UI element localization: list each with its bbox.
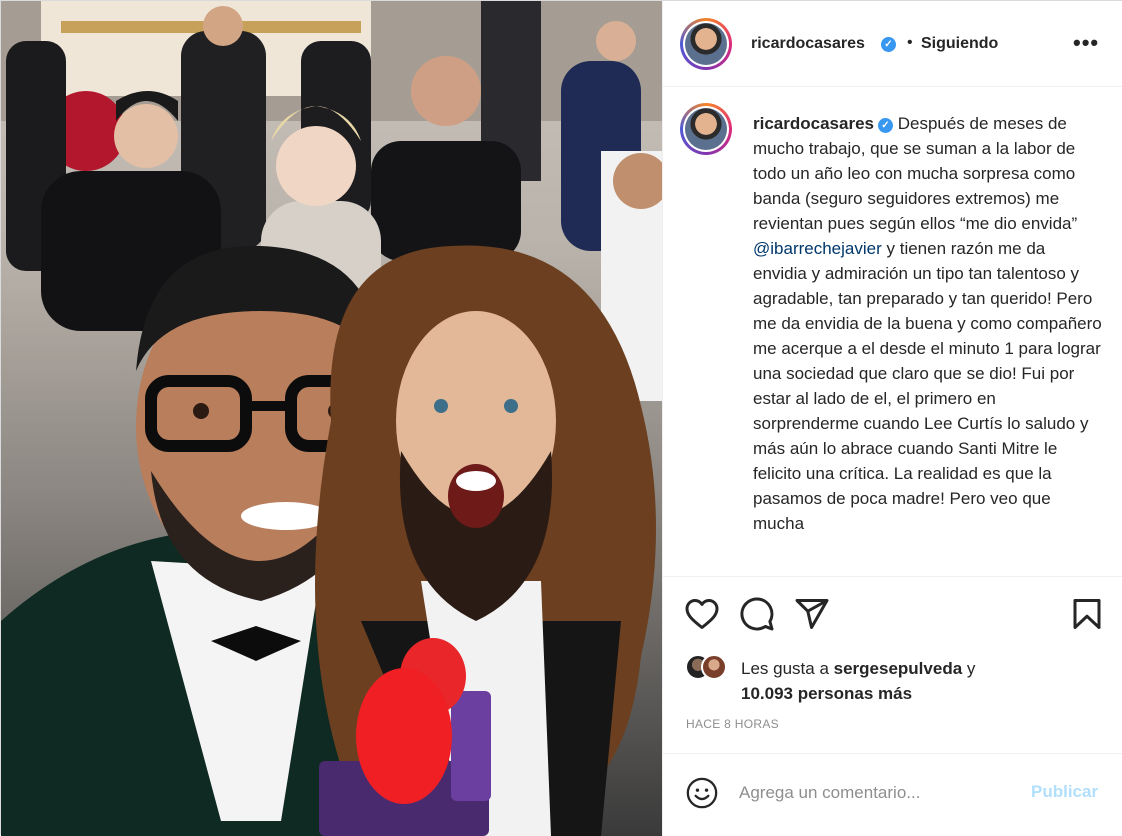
caption-author-username[interactable]: ricardocasares: [753, 114, 874, 133]
likes-prefix: Les gusta a: [741, 659, 829, 678]
liker-avatars: [685, 654, 735, 682]
separator-dot: •: [907, 34, 913, 51]
comment-input[interactable]: [739, 776, 1009, 810]
comment-icon[interactable]: [739, 596, 775, 632]
red-carpet-selfie-image: [1, 1, 662, 836]
publish-button[interactable]: Publicar: [1031, 782, 1098, 802]
likes-joiner: y: [966, 659, 976, 678]
comment-bar: Publicar: [663, 753, 1122, 836]
likes-text: Les gusta a sergesepulveda y 10.093 pers…: [741, 656, 975, 706]
liker-username[interactable]: sergesepulveda: [834, 659, 963, 678]
post-photo[interactable]: [1, 1, 662, 836]
heart-icon[interactable]: [684, 596, 720, 632]
caption-author-avatar[interactable]: [680, 103, 732, 155]
likes-others[interactable]: 10.093 personas más: [741, 684, 912, 703]
following-button[interactable]: Siguiendo: [921, 35, 998, 53]
author-avatar[interactable]: [680, 18, 732, 70]
mention-link[interactable]: @ibarrechejavier: [753, 239, 882, 258]
caption-body-end: y tienen razón me da envidia y admiració…: [753, 239, 1102, 533]
post-actions: Les gusta a sergesepulveda y 10.093 pers…: [663, 576, 1122, 746]
post-sidebar: ricardocasares ✓ • Siguiendo ••• ricardo…: [662, 1, 1122, 836]
share-icon[interactable]: [794, 596, 830, 632]
post-timestamp[interactable]: HACE 8 HORAS: [686, 717, 779, 731]
caption-text: ricardocasares ✓ Después de meses de much…: [753, 111, 1103, 536]
bookmark-icon[interactable]: [1069, 596, 1105, 632]
verified-icon: ✓: [881, 37, 896, 52]
post-header: ricardocasares ✓ • Siguiendo •••: [663, 1, 1122, 87]
likes-summary: Les gusta a sergesepulveda y 10.093 pers…: [685, 654, 1105, 714]
verified-icon: ✓: [877, 118, 893, 133]
emoji-icon[interactable]: [685, 776, 719, 810]
liker-avatar[interactable]: [701, 654, 727, 680]
instagram-post: ricardocasares ✓ • Siguiendo ••• ricardo…: [0, 0, 1122, 836]
more-horizontal-icon[interactable]: •••: [1073, 31, 1099, 55]
author-username[interactable]: ricardocasares: [751, 35, 865, 53]
post-caption: ricardocasares ✓ Después de meses de much…: [663, 87, 1122, 576]
